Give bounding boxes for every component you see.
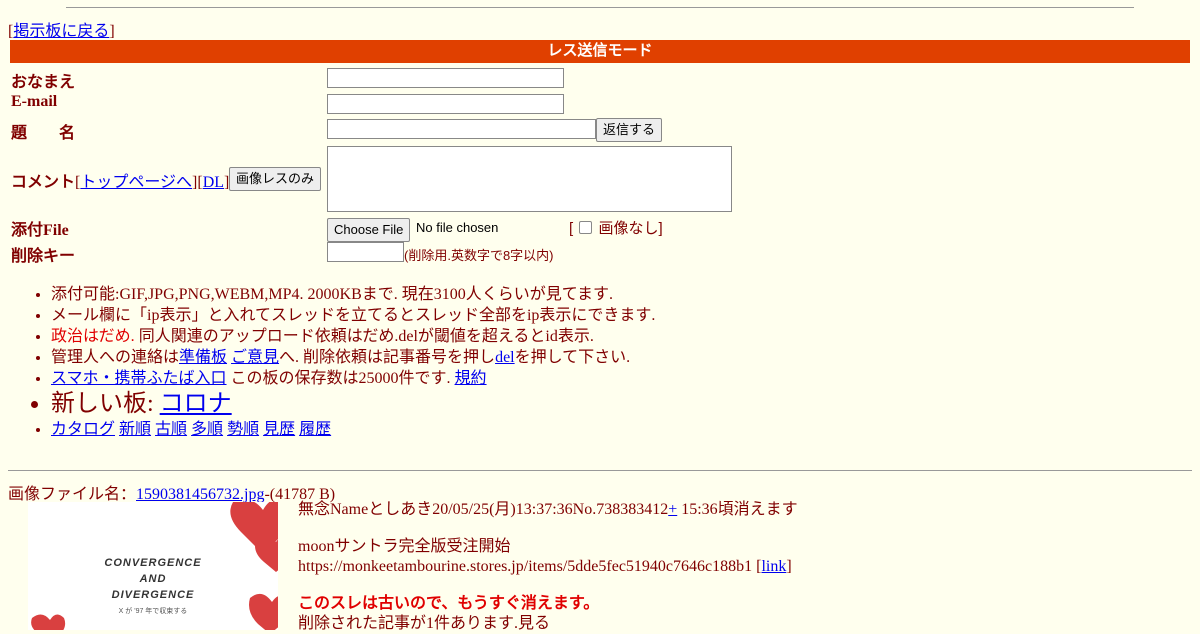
viewed-history-link[interactable]: 見歴 [263,421,295,438]
name-input[interactable] [327,68,564,88]
file-name-link[interactable]: 1590381456732.jpg [136,486,264,503]
deleted-note: 削除された記事が1件あります.見る [298,615,551,632]
delete-key-input[interactable] [327,242,404,262]
note-rules: 政治はだめ. 同人関連のアップロード依頼はだめ.delが閾値を超えるとid表示. [51,326,1151,347]
back-to-board-link[interactable]: 掲示板に戻る [13,23,109,40]
prep-board-link[interactable]: 準備板 [179,349,227,366]
post-link[interactable]: link [761,558,786,575]
no-image-option: [ 画像なし] [569,220,663,237]
email-label: E-mail [11,93,58,110]
delete-key-label: 削除キー [11,248,76,265]
image-only-button[interactable]: 画像レスのみ [229,167,322,191]
thread-image[interactable]: CONVERGENCE AND DIVERGENCE X が '97 年で収束す… [28,502,278,630]
thread-divider [8,470,1192,471]
terms-link[interactable]: 規約 [455,370,487,387]
comment-label: コメント [11,174,76,191]
sort-many-link[interactable]: 多順 [191,421,223,438]
note-mobile: スマホ・携帯ふたば入口 この板の保存数は25000件です. 規約 [51,368,1151,389]
svg-text:X が '97 年で収束する: X が '97 年で収束する [119,606,188,615]
note-new-board: 新しい板: コロナ [51,389,1151,419]
corona-board-link[interactable]: コロナ [160,391,232,417]
old-thread-warning: このスレは古いので、もうすぐ消えます。 [298,595,600,612]
subject-input[interactable] [327,119,596,139]
board-notes: 添付可能:GIF,JPG,PNG,WEBM,MP4. 2000KBまで. 現在3… [30,284,1151,440]
mobile-entrance-link[interactable]: スマホ・携帯ふたば入口 [51,370,227,387]
dl-link[interactable]: DL [203,174,224,191]
reply-mode-banner: レス送信モード [10,40,1190,63]
note-ip: メール欄に「ip表示」と入れてスレッドを立てるとスレッド全部をip表示にできます… [51,305,1151,326]
sort-momentum-link[interactable]: 勢順 [227,421,259,438]
sort-new-link[interactable]: 新順 [119,421,151,438]
post-body-line1: moonサントラ完全版受注開始 [298,538,511,555]
delete-key-hint: (削除用.英数字で8字以内) [404,248,554,263]
comment-textarea[interactable] [327,146,732,212]
sort-links: カタログ 新順 古順 多順 勢順 見歴 履歴 [51,419,1151,440]
subject-label: 題 名 [11,125,76,142]
attach-label: 添付File [11,222,69,239]
svg-text:DIVERGENCE: DIVERGENCE [112,589,195,601]
sort-old-link[interactable]: 古順 [155,421,187,438]
reply-button[interactable]: 返信する [596,118,663,142]
del-link[interactable]: del [495,349,515,366]
name-label: おなまえ [11,74,76,91]
back-nav: [掲示板に戻る] [8,23,115,40]
note-attach: 添付可能:GIF,JPG,PNG,WEBM,MP4. 2000KBまで. 現在3… [51,284,1151,305]
feedback-link[interactable]: ご意見 [231,349,279,366]
thread-post: 無念Nameとしあき20/05/25(月)13:37:36No.73838341… [298,500,1178,634]
post-plus-link[interactable]: + [668,501,677,518]
svg-text:CONVERGENCE: CONVERGENCE [104,557,201,569]
choose-file-button[interactable]: Choose File [327,218,411,242]
no-image-label: 画像なし] [598,220,663,237]
svg-text:AND: AND [139,573,167,585]
file-info: 画像ファイル名：1590381456732.jpg-(41787 B) [8,486,336,503]
thumbnail-art: CONVERGENCE AND DIVERGENCE X が '97 年で収束す… [31,502,278,630]
file-status: No file chosen [416,220,499,235]
top-page-link[interactable]: トップページへ [80,174,192,191]
no-image-checkbox[interactable] [579,221,593,234]
post-body-line2: https://monkeetambourine.stores.jp/items… [298,558,792,575]
email-input[interactable] [327,94,564,114]
note-contact: 管理人への連絡は準備板 ご意見へ. 削除依頼は記事番号を押しdelを押して下さい… [51,347,1151,368]
post-header: 無念Nameとしあき20/05/25(月)13:37:36No.73838341… [298,501,798,518]
history-link[interactable]: 履歴 [299,421,331,438]
catalog-link[interactable]: カタログ [51,421,115,438]
top-divider [66,7,1134,8]
comment-label-row: コメント[トップページへ][DL] [11,174,230,191]
